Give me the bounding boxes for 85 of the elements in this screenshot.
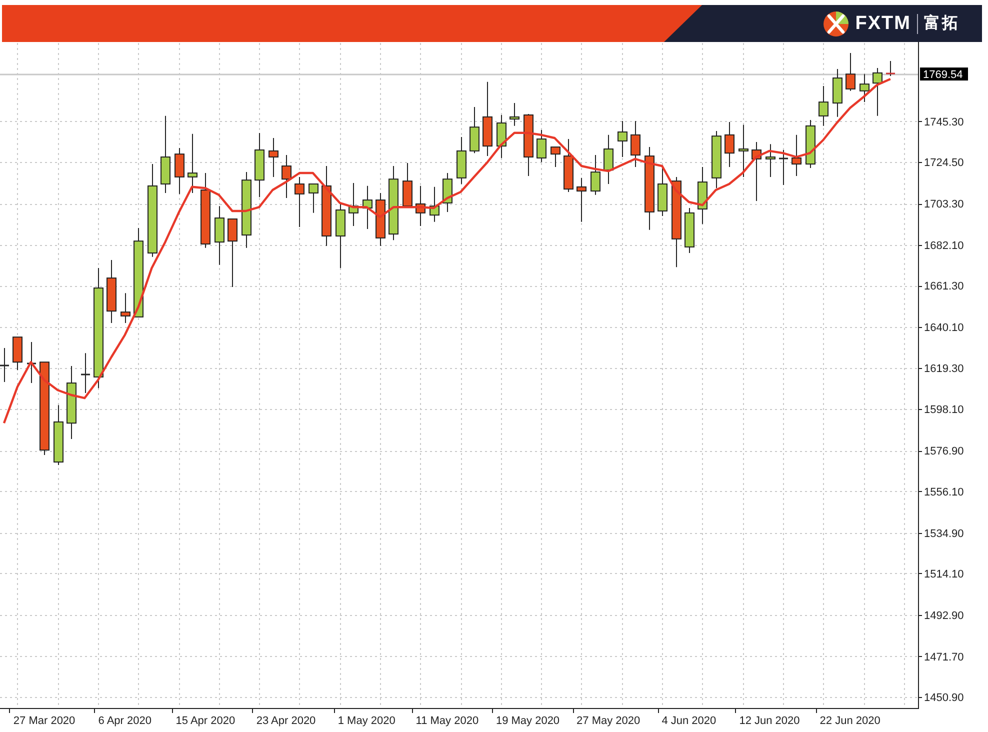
price-label: 1514.10 — [924, 568, 964, 580]
candlestick — [0, 348, 9, 383]
candlestick — [766, 144, 776, 178]
date-label: 15 Apr 2020 — [176, 715, 236, 727]
candlestick — [712, 130, 722, 189]
brand-name-chinese: 富拓 — [924, 13, 960, 34]
price-label: 1724.50 — [924, 157, 964, 170]
date-label: 23 Apr 2020 — [256, 715, 316, 727]
price-label: 1682.10 — [924, 240, 964, 252]
price-label: 1640.10 — [924, 322, 964, 334]
brand-name: FXTM — [855, 12, 911, 34]
candlestick — [684, 208, 694, 254]
candlestick — [792, 134, 802, 176]
price-label: 1598.10 — [924, 404, 964, 416]
candlestick — [832, 68, 842, 118]
candlestick — [860, 74, 870, 103]
date-label: 6 Apr 2020 — [98, 715, 152, 727]
candlestick — [604, 134, 614, 184]
date-label: 27 Mar 2020 — [13, 715, 76, 727]
candlestick — [470, 106, 480, 154]
candlestick — [308, 183, 318, 214]
candlestick — [658, 167, 668, 217]
candlestick — [81, 352, 90, 394]
candlestick — [576, 177, 586, 222]
candlestick — [12, 336, 22, 371]
candlestick — [214, 206, 224, 266]
price-label: 1534.90 — [924, 528, 964, 540]
candlestick — [550, 146, 560, 168]
price-label: 1556.10 — [924, 486, 964, 498]
candlestick — [886, 60, 895, 77]
date-label: 19 May 2020 — [496, 715, 560, 727]
candlestick — [430, 186, 440, 222]
candlestick — [496, 114, 506, 158]
candlestick — [54, 404, 64, 466]
candlestick — [254, 132, 264, 198]
candlestick — [402, 162, 412, 207]
price-label: 1576.90 — [924, 446, 964, 458]
candlestick — [442, 172, 452, 212]
candlestick — [806, 120, 816, 168]
candlestick — [872, 68, 882, 116]
candlestick — [818, 86, 828, 126]
candlestick — [724, 122, 734, 168]
candlestick — [738, 124, 748, 178]
candlestick — [752, 141, 762, 202]
date-label: 1 May 2020 — [338, 715, 396, 727]
logo-icon — [823, 10, 850, 36]
candlestick — [416, 185, 426, 227]
price-label: 1471.70 — [924, 651, 964, 664]
candlestick — [524, 113, 534, 176]
price-label: 1492.90 — [924, 610, 964, 622]
price-label: 1619.30 — [924, 362, 964, 375]
date-label: 27 May 2020 — [576, 715, 640, 727]
price-label: 1703.30 — [924, 198, 964, 211]
candlestick — [564, 138, 574, 192]
candlestick — [120, 292, 130, 324]
candlestick — [188, 133, 198, 194]
candlestick — [348, 182, 358, 227]
last-price-tag: 1769.54 — [920, 68, 968, 81]
candlestick — [27, 341, 36, 384]
date-label: 22 Jun 2020 — [820, 715, 880, 727]
date-label: 12 Jun 2020 — [739, 715, 800, 727]
candlestick — [362, 185, 372, 230]
price-label: 1745.30 — [924, 116, 964, 128]
candlestick — [282, 154, 292, 199]
candlestick — [336, 202, 346, 269]
candlestick — [268, 138, 278, 178]
candlestick — [846, 52, 856, 92]
price-label: 1450.90 — [924, 692, 964, 704]
candlestick — [590, 154, 600, 196]
candlestick — [618, 120, 628, 158]
candlestick — [106, 260, 116, 324]
date-label: 4 Jun 2020 — [662, 715, 716, 727]
candlestick — [456, 136, 466, 184]
date-label: 11 May 2020 — [416, 715, 479, 727]
candlestick — [779, 149, 788, 186]
candlestick — [294, 176, 304, 228]
candlestick — [174, 148, 184, 194]
ref-line-label: 1769.54 — [923, 69, 963, 82]
candlestick — [510, 102, 520, 126]
candlestick — [630, 120, 640, 168]
candlestick — [536, 130, 546, 163]
price-label: 1661.30 — [924, 280, 964, 293]
candlestick — [698, 166, 708, 225]
candlestick — [228, 218, 238, 288]
candlestick — [376, 192, 386, 246]
